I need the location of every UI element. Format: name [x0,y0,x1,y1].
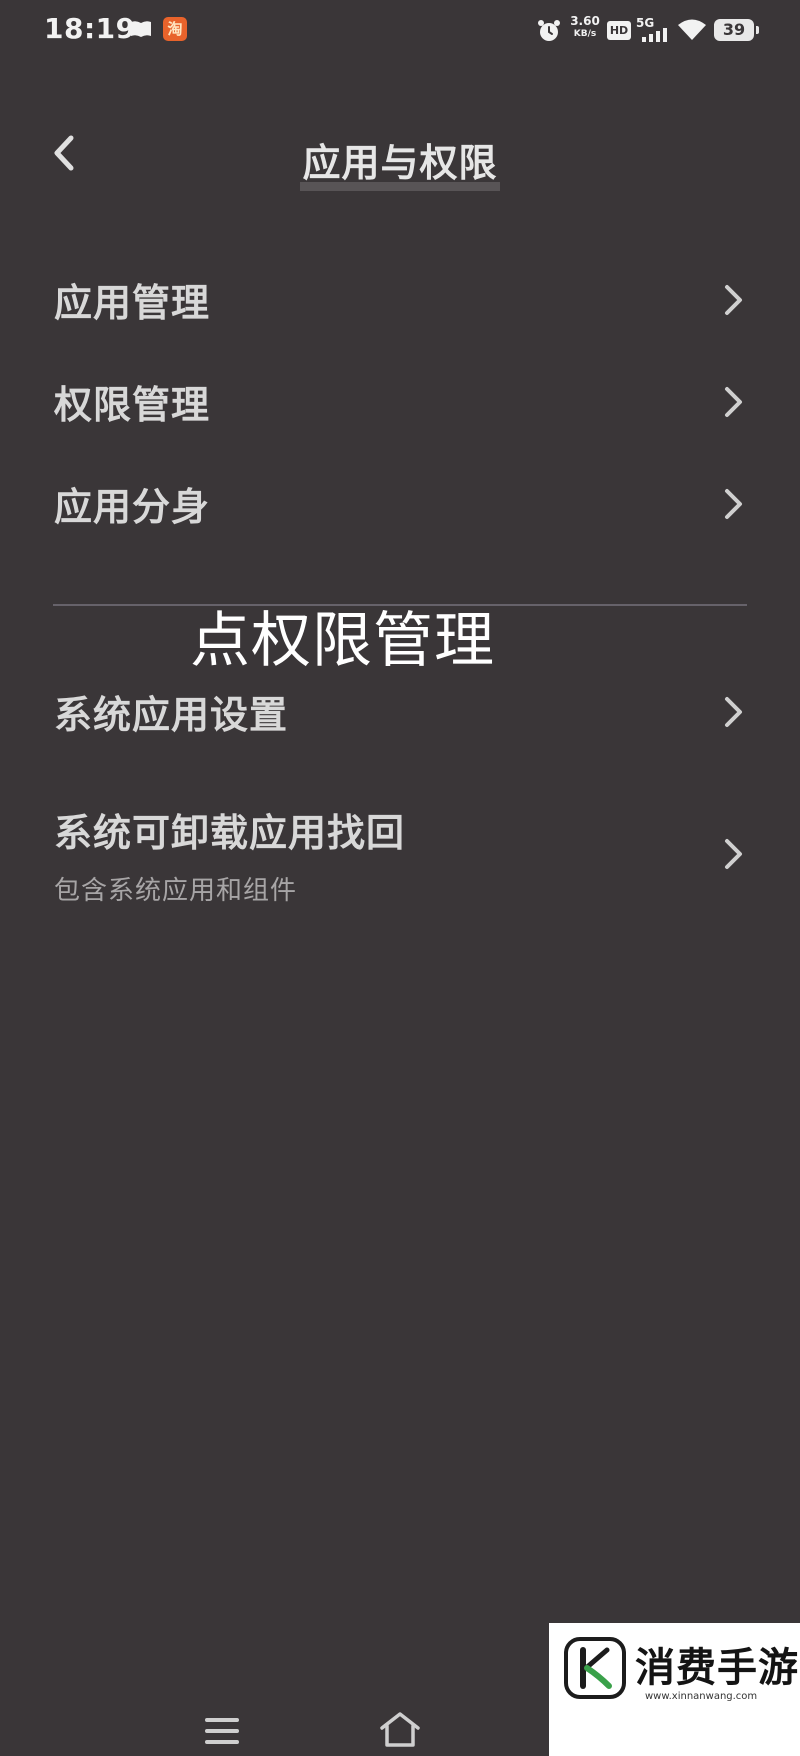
page-title: 应用与权限 [0,132,800,191]
page-title-text: 应用与权限 [300,132,500,191]
menu-item-app-management[interactable]: 应用管理 [0,250,800,350]
menu-icon[interactable] [203,1714,241,1748]
menu-item-restore-uninstallable-apps[interactable]: 系统可卸载应用找回 包含系统应用和组件 [0,790,800,918]
taobao-app-icon: 淘 [163,17,187,41]
menu-item-label: 系统应用设置 [54,693,289,737]
battery-icon: 39 [714,19,759,41]
menu-item-label: 系统可卸载应用找回 [54,811,406,855]
chevron-right-icon [725,697,742,727]
page-header: 应用与权限 [0,110,800,200]
menu-item-label: 权限管理 [54,383,211,427]
chevron-right-icon [725,387,742,417]
menu-item-system-app-settings[interactable]: 系统应用设置 [0,662,800,762]
menu-item-sublabel: 包含系统应用和组件 [54,876,298,906]
menu-item-permission-management[interactable]: 权限管理 [0,352,800,452]
wifi-icon [678,19,706,40]
network-speed-unit: KB/s [573,29,597,39]
watermark-text: 消费手游网 [635,1644,800,1691]
signal-icon [642,28,667,42]
status-bar: 18:19 淘 3.60 KB/s HD 5G 39 [0,0,800,62]
screen: 18:19 淘 3.60 KB/s HD 5G 39 应用与权限 应用管理 权限… [0,0,800,1756]
menu-item-label: 应用分身 [54,485,211,529]
network-speed: 3.60 KB/s [567,15,603,41]
home-icon[interactable] [378,1710,422,1748]
menu-item-label: 应用管理 [54,281,211,325]
network-speed-value: 3.60 [570,14,600,28]
chevron-right-icon [725,489,742,519]
chevron-right-icon [725,839,742,869]
watermark-url: www.xinnanwang.com [645,1691,758,1702]
alarm-icon [538,20,560,41]
hd-badge: HD [607,21,631,40]
chevron-right-icon [725,285,742,315]
book-icon [131,21,151,37]
status-time: 18:19 [44,12,136,45]
menu-item-app-clone[interactable]: 应用分身 [0,454,800,554]
watermark: 消费手游网 www.xinnanwang.com [549,1623,800,1756]
watermark-logo-icon [564,1637,626,1699]
